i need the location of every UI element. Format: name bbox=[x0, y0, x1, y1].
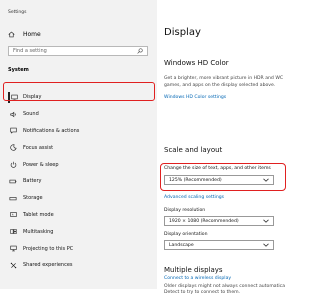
search-icon bbox=[137, 48, 143, 54]
home-label: Home bbox=[23, 30, 41, 38]
tablet-icon bbox=[8, 211, 18, 218]
scale-layout-heading: Scale and layout bbox=[164, 146, 223, 154]
orientation-label: Display orientation bbox=[164, 232, 208, 237]
sidebar: Settings Home System Display Sound bbox=[0, 0, 157, 289]
sidebar-item-projecting[interactable]: Projecting to this PC bbox=[8, 240, 157, 257]
sidebar-item-label: Storage bbox=[23, 195, 43, 202]
sidebar-item-tablet-mode[interactable]: Tablet mode bbox=[8, 207, 157, 224]
resolution-dropdown[interactable]: 1920 × 1080 (Recommended) bbox=[164, 216, 274, 226]
multi-description-line2: Detect to try to connect to them. bbox=[164, 290, 241, 295]
sidebar-item-label: Focus assist bbox=[23, 144, 54, 151]
orientation-dropdown-value: Landscape bbox=[169, 242, 194, 248]
wireless-display-link[interactable]: Connect to a wireless display bbox=[164, 276, 231, 281]
app-title: Settings bbox=[8, 10, 27, 15]
projector-icon bbox=[8, 245, 18, 252]
hd-color-settings-link[interactable]: Windows HD Color settings bbox=[164, 95, 226, 100]
display-highlight-box bbox=[3, 82, 155, 101]
sidebar-item-label: Multitasking bbox=[23, 228, 54, 235]
battery-icon bbox=[8, 178, 18, 185]
sidebar-item-label: Notifications & actions bbox=[23, 127, 80, 134]
orientation-dropdown[interactable]: Landscape bbox=[164, 240, 274, 250]
sidebar-item-label: Sound bbox=[23, 111, 39, 118]
shared-icon bbox=[8, 262, 18, 269]
drive-icon bbox=[8, 195, 18, 202]
sidebar-item-notifications[interactable]: Notifications & actions bbox=[8, 123, 157, 140]
page-title: Display bbox=[164, 27, 201, 38]
hd-color-heading: Windows HD Color bbox=[164, 59, 229, 67]
sidebar-item-battery[interactable]: Battery bbox=[8, 173, 157, 190]
multiple-displays-heading: Multiple displays bbox=[164, 266, 223, 274]
moon-icon bbox=[8, 144, 18, 151]
chevron-down-icon bbox=[263, 219, 269, 223]
sidebar-item-label: Tablet mode bbox=[23, 211, 54, 218]
sidebar-item-label: Power & sleep bbox=[23, 161, 59, 168]
sidebar-item-shared-experiences[interactable]: Shared experiences bbox=[8, 257, 157, 274]
sidebar-item-sound[interactable]: Sound bbox=[8, 106, 157, 123]
sidebar-item-storage[interactable]: Storage bbox=[8, 190, 157, 207]
section-heading: System bbox=[8, 67, 29, 73]
sidebar-nav: Display Sound Notifications & actions Fo… bbox=[8, 89, 157, 274]
main-panel: Display Windows HD Color Get a brighter,… bbox=[157, 0, 295, 295]
speaker-icon bbox=[8, 111, 18, 118]
sidebar-item-multitasking[interactable]: Multitasking bbox=[8, 223, 157, 240]
scale-highlight-box bbox=[160, 163, 286, 191]
sidebar-item-power-sleep[interactable]: Power & sleep bbox=[8, 156, 157, 173]
multitask-icon bbox=[8, 228, 18, 235]
hd-color-description-line1: Get a brighter, more vibrant picture in … bbox=[164, 76, 284, 81]
sidebar-item-label: Shared experiences bbox=[23, 262, 73, 269]
home-link[interactable]: Home bbox=[8, 29, 41, 39]
sidebar-item-focus-assist[interactable]: Focus assist bbox=[8, 139, 157, 156]
chevron-down-icon bbox=[263, 243, 269, 247]
message-icon bbox=[8, 127, 18, 135]
power-icon bbox=[8, 161, 18, 168]
search-input[interactable] bbox=[13, 48, 133, 54]
search-box[interactable] bbox=[8, 46, 148, 56]
resolution-label: Display resolution bbox=[164, 208, 206, 213]
hd-color-description-line2: games, and apps on the display selected … bbox=[164, 83, 276, 88]
sidebar-item-label: Projecting to this PC bbox=[23, 245, 74, 252]
resolution-dropdown-value: 1920 × 1080 (Recommended) bbox=[169, 218, 239, 224]
sidebar-item-label: Battery bbox=[23, 178, 42, 185]
advanced-scaling-link[interactable]: Advanced scaling settings bbox=[164, 195, 224, 200]
home-icon bbox=[8, 31, 15, 38]
